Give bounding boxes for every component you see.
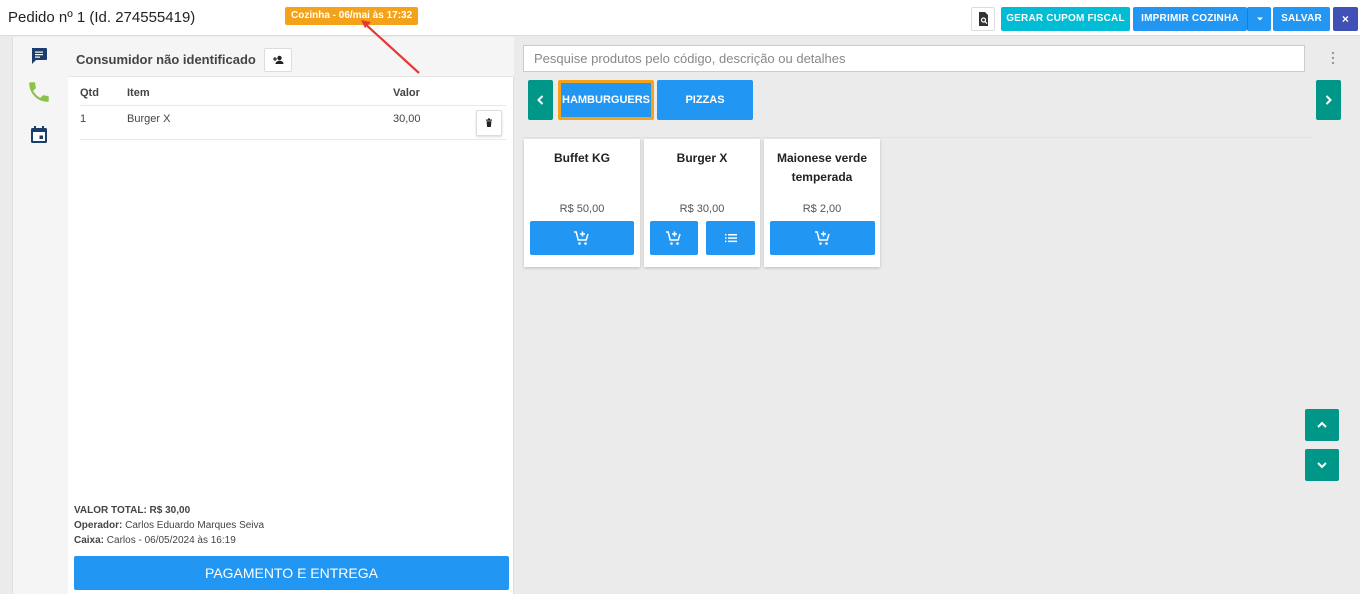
print-options-dropdown[interactable] bbox=[1247, 7, 1271, 31]
trash-icon bbox=[486, 118, 492, 127]
product-name: Burger X bbox=[676, 151, 728, 165]
cashier-label: Caixa: bbox=[74, 535, 105, 546]
calendar-icon[interactable] bbox=[28, 124, 50, 146]
category-hamburguers[interactable]: HAMBURGUERS bbox=[558, 80, 654, 120]
chevron-left-icon bbox=[537, 95, 544, 105]
chevron-up-icon bbox=[1317, 421, 1327, 428]
column-header-valor: Valor bbox=[393, 87, 420, 99]
add-to-cart-icon bbox=[666, 231, 681, 245]
add-to-cart-button[interactable] bbox=[650, 221, 698, 255]
category-next-button[interactable] bbox=[1316, 80, 1341, 120]
side-icon-strip bbox=[0, 37, 68, 594]
more-options-icon[interactable] bbox=[1327, 50, 1339, 66]
product-search-input[interactable] bbox=[523, 45, 1305, 72]
scroll-up-button[interactable] bbox=[1305, 409, 1339, 441]
order-panel: Consumidor não identificado Qtd Item Val… bbox=[68, 37, 514, 594]
category-prev-button[interactable] bbox=[528, 80, 553, 120]
list-icon bbox=[724, 234, 737, 243]
row-qtd: 1 bbox=[80, 113, 87, 125]
product-options-button[interactable] bbox=[706, 221, 755, 255]
add-to-cart-button[interactable] bbox=[530, 221, 634, 255]
order-title: Pedido nº 1 (Id. 274555419) bbox=[8, 9, 196, 26]
phone-icon[interactable] bbox=[26, 79, 52, 105]
print-kitchen-button[interactable]: IMPRIMIR COZINHA bbox=[1133, 7, 1247, 31]
operator-label: Operador: bbox=[74, 520, 123, 531]
add-to-cart-icon bbox=[574, 231, 589, 245]
generate-receipt-button[interactable]: GERAR CUPOM FISCAL bbox=[1001, 7, 1130, 31]
cashier-line: Caixa: Carlos - 06/05/2024 às 16:19 bbox=[74, 535, 236, 546]
chevron-down-icon bbox=[1317, 462, 1327, 469]
caret-down-icon bbox=[1257, 17, 1263, 21]
add-person-icon bbox=[273, 55, 284, 64]
product-price: R$ 50,00 bbox=[559, 203, 605, 215]
consumer-name: Consumidor não identificado bbox=[76, 52, 256, 67]
category-pizzas[interactable]: PIZZAS bbox=[657, 80, 753, 120]
top-bar: Pedido nº 1 (Id. 274555419) Cozinha - 06… bbox=[0, 0, 1360, 36]
cashier-value: Carlos - 06/05/2024 às 16:19 bbox=[104, 535, 236, 546]
scroll-down-button[interactable] bbox=[1305, 449, 1339, 481]
order-total: VALOR TOTAL: R$ 30,00 bbox=[74, 505, 191, 516]
add-to-cart-icon bbox=[814, 231, 830, 245]
product-price: R$ 2,00 bbox=[802, 203, 842, 215]
column-header-qtd: Qtd bbox=[80, 87, 99, 99]
annotation-arrow-icon bbox=[361, 20, 420, 74]
close-button[interactable]: × bbox=[1333, 7, 1358, 31]
table-divider bbox=[80, 139, 506, 140]
row-valor: 30,00 bbox=[393, 113, 421, 125]
side-icon-panel bbox=[12, 37, 68, 594]
save-button[interactable]: SALVAR bbox=[1273, 7, 1330, 31]
chat-icon[interactable] bbox=[28, 45, 50, 67]
product-name: Maionese verde temperada bbox=[776, 151, 868, 184]
product-name: Buffet KG bbox=[554, 151, 610, 165]
add-to-cart-button[interactable] bbox=[770, 221, 875, 255]
consumer-bar: Consumidor não identificado bbox=[68, 37, 514, 77]
product-card: Burger X R$ 30,00 bbox=[644, 139, 760, 267]
add-consumer-button[interactable] bbox=[264, 48, 292, 72]
product-price: R$ 30,00 bbox=[679, 203, 725, 215]
preview-document-button[interactable] bbox=[971, 7, 995, 31]
operator-line: Operador: Carlos Eduardo Marques Seiva bbox=[74, 520, 264, 531]
remove-item-button[interactable] bbox=[476, 110, 502, 136]
operator-value: Carlos Eduardo Marques Seiva bbox=[122, 520, 265, 531]
product-card: Maionese verde temperada R$ 2,00 bbox=[764, 139, 880, 267]
column-header-item: Item bbox=[127, 87, 150, 99]
row-item: Burger X bbox=[127, 113, 171, 125]
table-divider bbox=[80, 105, 506, 106]
chevron-right-icon bbox=[1325, 95, 1332, 105]
document-search-icon bbox=[979, 12, 988, 26]
payment-delivery-button[interactable]: PAGAMENTO E ENTREGA bbox=[74, 556, 509, 590]
product-card: Buffet KG R$ 50,00 bbox=[524, 139, 640, 267]
